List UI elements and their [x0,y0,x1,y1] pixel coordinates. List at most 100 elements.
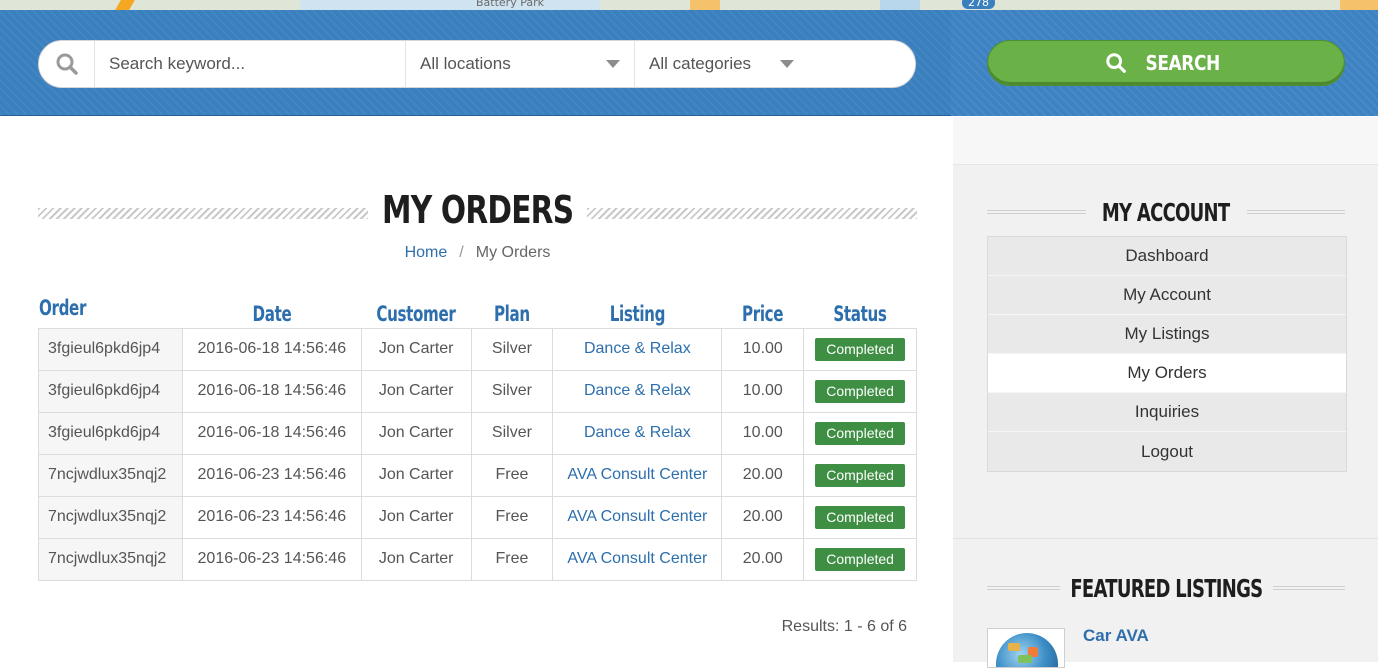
order-status-cell: Completed [803,495,917,539]
column-header-date[interactable]: Date [182,296,361,328]
order-listing-link[interactable]: Dance & Relax [552,327,723,371]
order-listing-link[interactable]: AVA Consult Center [552,453,723,497]
order-listing-link[interactable]: Dance & Relax [552,411,723,455]
table-row: 3fgieul6pkd6jp4 2016-06-18 14:56:46 Jon … [38,411,917,455]
order-id-cell: 7ncjwdlux35nqj2 [38,537,183,581]
order-price-cell: 10.00 [721,369,805,413]
account-menu: Dashboard My Account My Listings My Orde… [987,236,1347,472]
order-date-cell: 2016-06-18 14:56:46 [181,327,362,371]
column-header-customer[interactable]: Customer [361,296,471,328]
order-plan-cell: Silver [470,411,554,455]
column-header-status[interactable]: Status [804,296,917,328]
orders-table: Order Date Customer Plan Listing Price S… [38,296,917,581]
map-road [115,0,135,10]
order-date-cell: 2016-06-18 14:56:46 [181,411,362,455]
status-badge: Completed [815,463,905,487]
page-title-block: MY ORDERS [38,188,917,240]
search-button-label: SEARCH [1145,51,1221,75]
order-price-cell: 10.00 [721,327,805,371]
map-strip: Battery Park 278 [0,0,1378,10]
breadcrumb-separator: / [459,244,464,261]
table-row: 7ncjwdlux35nqj2 2016-06-23 14:56:46 Jon … [38,495,917,539]
status-badge: Completed [815,421,905,445]
order-date-cell: 2016-06-18 14:56:46 [181,369,362,413]
page-title: MY ORDERS [381,188,574,232]
order-status-cell: Completed [803,369,917,413]
order-plan-cell: Free [470,495,554,539]
sidebar-divider [953,538,1378,539]
order-listing-link[interactable]: Dance & Relax [552,369,723,413]
map-label: 278 [962,0,995,9]
globe-detail [1008,643,1020,651]
order-status-cell: Completed [803,537,917,581]
account-menu-item-dashboard[interactable]: Dashboard [988,237,1346,276]
table-row: 7ncjwdlux35nqj2 2016-06-23 14:56:46 Jon … [38,453,917,497]
order-customer-cell: Jon Carter [360,537,472,581]
category-select-value: All categories [649,54,752,73]
map-road [1340,0,1378,10]
breadcrumb: Home / My Orders [38,244,917,262]
search-button[interactable]: SEARCH [987,40,1345,86]
order-customer-cell: Jon Carter [360,369,472,413]
order-date-cell: 2016-06-23 14:56:46 [181,453,362,497]
order-date-cell: 2016-06-23 14:56:46 [181,537,362,581]
search-icon [39,41,95,87]
order-plan-cell: Silver [470,369,554,413]
map-label: Battery Park [476,0,544,9]
order-id-cell: 7ncjwdlux35nqj2 [38,453,183,497]
order-status-cell: Completed [803,411,917,455]
order-id-cell: 7ncjwdlux35nqj2 [38,495,183,539]
location-select[interactable]: All locations [405,41,634,87]
order-price-cell: 20.00 [721,495,805,539]
account-menu-item-my-account[interactable]: My Account [988,276,1346,315]
account-menu-item-logout[interactable]: Logout [988,432,1346,471]
order-id-cell: 3fgieul6pkd6jp4 [38,411,183,455]
order-status-cell: Completed [803,327,917,371]
order-id-cell: 3fgieul6pkd6jp4 [38,327,183,371]
status-badge: Completed [815,505,905,529]
status-badge: Completed [815,547,905,571]
order-status-cell: Completed [803,453,917,497]
column-header-listing[interactable]: Listing [553,296,722,328]
order-price-cell: 20.00 [721,453,805,497]
order-date-cell: 2016-06-23 14:56:46 [181,495,362,539]
order-listing-link[interactable]: AVA Consult Center [552,537,723,581]
globe-thumbnail-icon[interactable] [987,628,1065,668]
order-customer-cell: Jon Carter [360,411,472,455]
order-id-cell: 3fgieul6pkd6jp4 [38,369,183,413]
column-header-price[interactable]: Price [722,296,804,328]
search-keyword-input[interactable] [95,41,405,87]
order-plan-cell: Free [470,453,554,497]
table-row: 3fgieul6pkd6jp4 2016-06-18 14:56:46 Jon … [38,369,917,413]
chevron-down-icon [780,60,794,68]
featured-listing-link[interactable]: Car AVA [1083,626,1149,646]
table-row: 7ncjwdlux35nqj2 2016-06-23 14:56:46 Jon … [38,537,917,581]
sidebar-top-band [953,117,1378,165]
column-header-order[interactable]: Order [39,296,183,328]
featured-widget-title: FEATURED LISTINGS [1069,574,1263,603]
location-select-value: All locations [420,54,511,73]
results-count: Results: 1 - 6 of 6 [781,618,907,635]
breadcrumb-current: My Orders [475,244,551,261]
order-customer-cell: Jon Carter [360,495,472,539]
status-badge: Completed [815,337,905,361]
order-price-cell: 20.00 [721,537,805,581]
category-select[interactable]: All categories [634,41,862,87]
order-listing-link[interactable]: AVA Consult Center [552,495,723,539]
breadcrumb-home-link[interactable]: Home [405,244,448,261]
search-icon [1106,53,1127,73]
map-road [690,0,720,10]
column-header-plan[interactable]: Plan [471,296,553,328]
map-road [300,0,600,10]
account-menu-item-my-orders[interactable]: My Orders [988,354,1346,393]
order-customer-cell: Jon Carter [360,327,472,371]
order-plan-cell: Silver [470,327,554,371]
table-row: 3fgieul6pkd6jp4 2016-06-18 14:56:46 Jon … [38,327,917,371]
order-customer-cell: Jon Carter [360,453,472,497]
order-price-cell: 10.00 [721,411,805,455]
status-badge: Completed [815,379,905,403]
order-plan-cell: Free [470,537,554,581]
account-menu-item-my-listings[interactable]: My Listings [988,315,1346,354]
account-menu-item-inquiries[interactable]: Inquiries [988,393,1346,432]
orders-table-header: Order Date Customer Plan Listing Price S… [39,296,917,328]
